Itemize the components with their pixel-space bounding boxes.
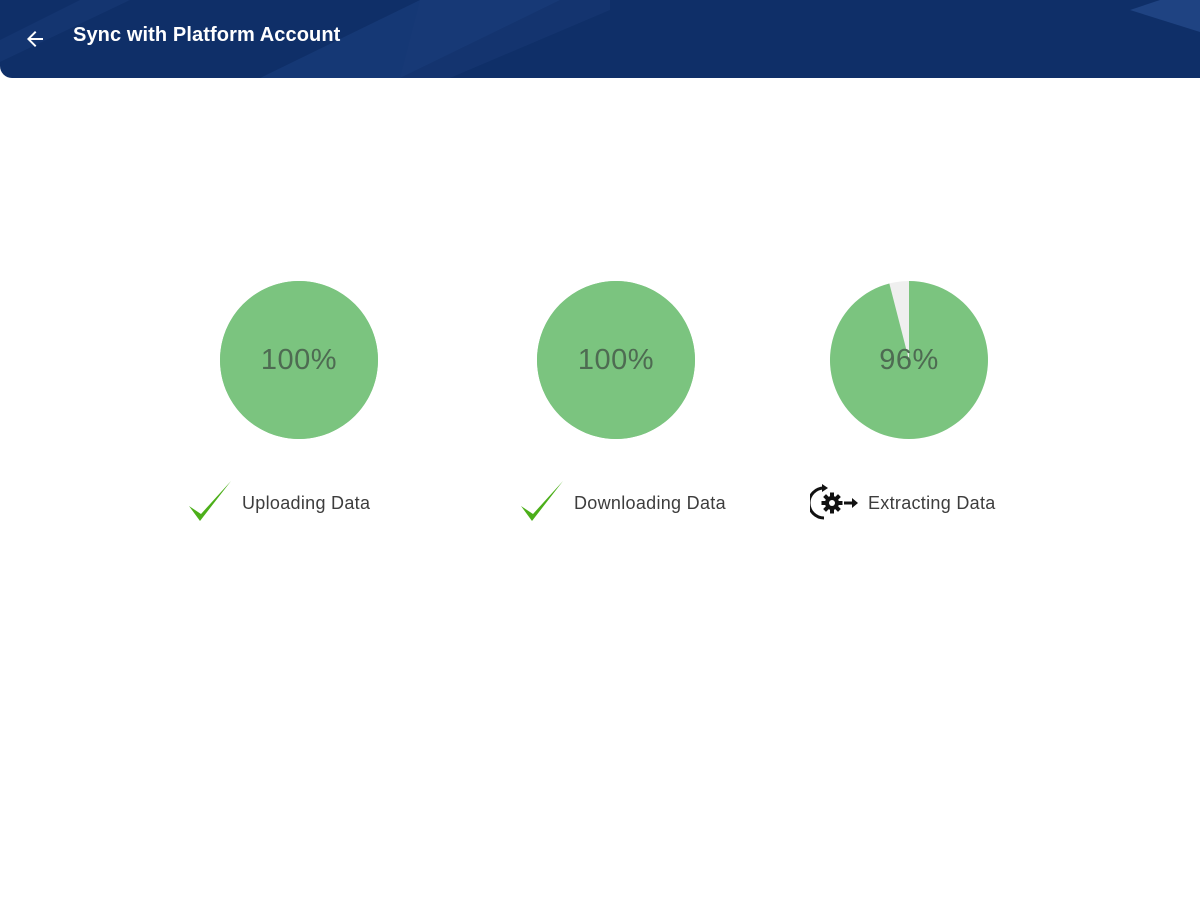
gear-process-icon bbox=[810, 484, 858, 520]
checkmark-icon bbox=[521, 481, 563, 521]
percent-label: 100% bbox=[577, 343, 655, 376]
checkmark-icon bbox=[189, 481, 231, 521]
page-title: Sync with Platform Account bbox=[73, 24, 341, 46]
status-row: Extracting Data bbox=[810, 478, 996, 528]
arrow-left-icon bbox=[27, 31, 43, 47]
progress-pie: 100% bbox=[536, 280, 696, 440]
percent-label: 100% bbox=[260, 343, 338, 376]
status-label: Downloading Data bbox=[574, 492, 726, 513]
status-label: Extracting Data bbox=[868, 492, 996, 513]
back-button[interactable] bbox=[18, 22, 52, 56]
progress-pie: 96% bbox=[829, 280, 989, 440]
percent-label: 96% bbox=[879, 343, 939, 376]
step-extracting: 96% Extracting Data bbox=[750, 280, 1110, 540]
progress-pie: 100% bbox=[219, 280, 379, 440]
step-uploading: 100% Uploading Data bbox=[140, 280, 500, 540]
status-row: Uploading Data bbox=[184, 478, 370, 528]
app-bar: Sync with Platform Account bbox=[0, 0, 1200, 78]
status-label: Uploading Data bbox=[242, 492, 371, 513]
status-row: Downloading Data bbox=[516, 478, 726, 528]
